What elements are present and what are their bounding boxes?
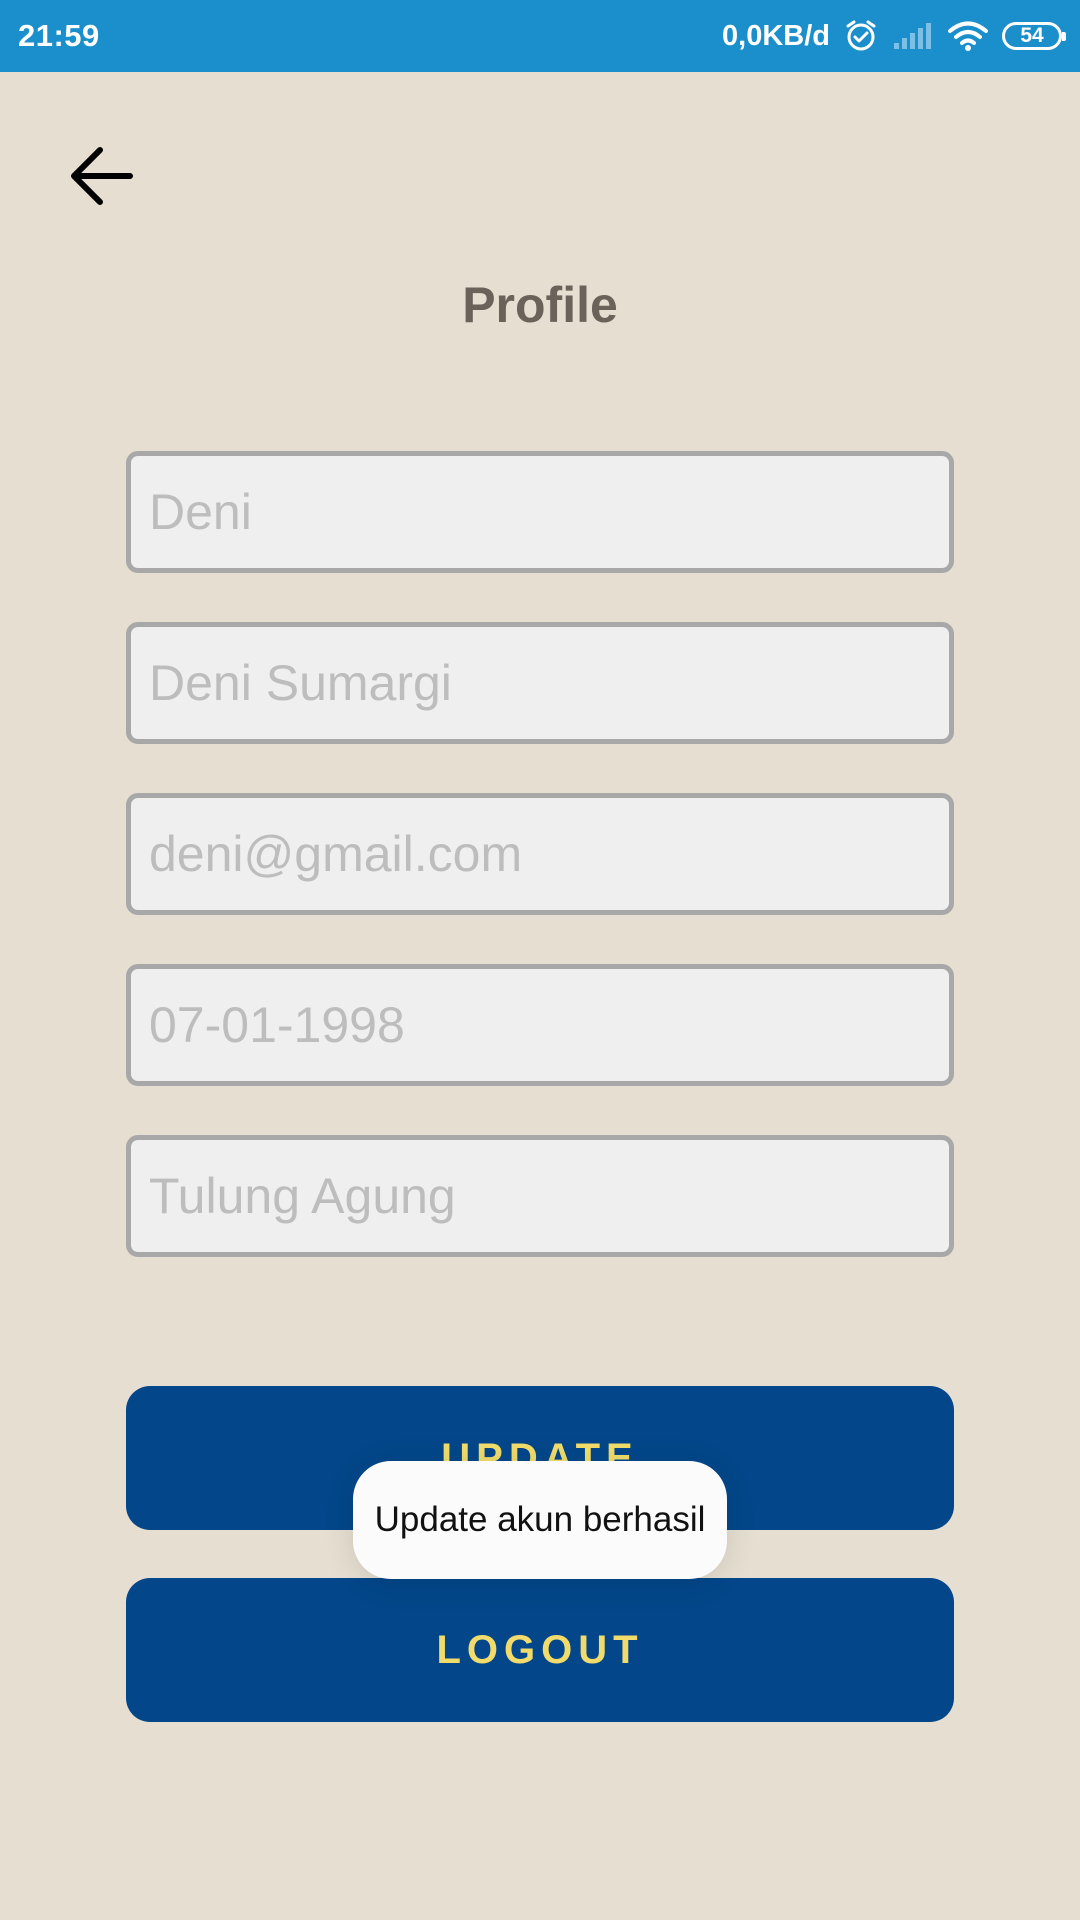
back-button[interactable]	[66, 140, 146, 216]
status-time: 21:59	[18, 18, 100, 53]
wifi-icon	[948, 20, 988, 52]
email-field[interactable]	[126, 793, 954, 915]
username-field[interactable]	[126, 451, 954, 573]
arrow-left-icon	[66, 144, 136, 213]
toast-message: Update akun berhasil	[353, 1461, 727, 1579]
battery-icon: 54	[1002, 22, 1066, 50]
logout-button[interactable]: LOGOUT	[126, 1578, 954, 1722]
alarm-icon	[844, 19, 878, 53]
city-field[interactable]	[126, 1135, 954, 1257]
page-title: Profile	[462, 277, 618, 333]
fullname-field[interactable]	[126, 622, 954, 744]
status-bar: 21:59 0,0KB/d 54	[0, 0, 1080, 72]
birthdate-field[interactable]	[126, 964, 954, 1086]
status-indicators: 0,0KB/d 54	[722, 19, 1066, 53]
network-speed: 0,0KB/d	[722, 19, 830, 52]
signal-icon	[892, 21, 934, 51]
